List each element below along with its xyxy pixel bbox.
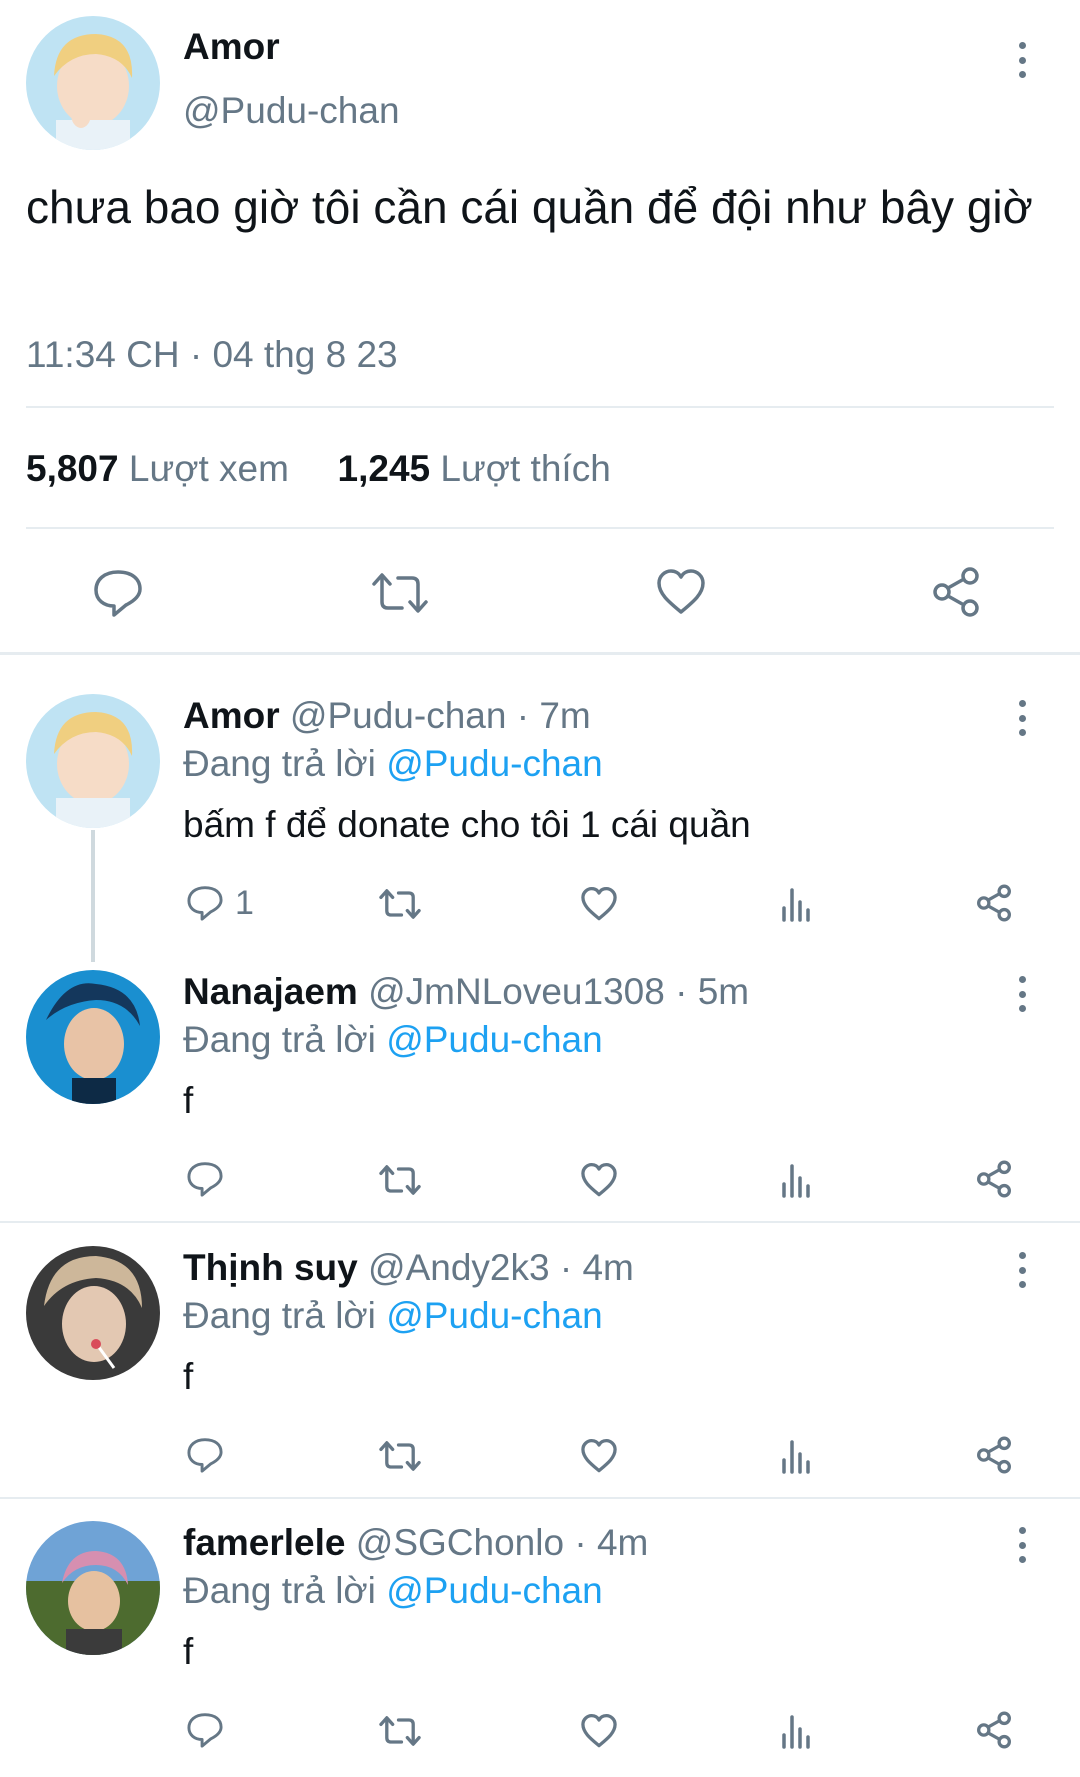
replying-to: Đang trả lời @Pudu-chan bbox=[183, 1295, 603, 1337]
like-icon[interactable] bbox=[580, 1713, 618, 1749]
author-name[interactable]: Amor bbox=[183, 26, 280, 68]
reply-author-handle[interactable]: @SGChonlo bbox=[356, 1522, 564, 1563]
retweet-icon[interactable] bbox=[378, 1714, 422, 1748]
divider bbox=[0, 1221, 1080, 1223]
tweet-timestamp[interactable]: 11:34 CH · 04 thg 8 23 bbox=[26, 334, 398, 376]
reply-icon[interactable] bbox=[92, 568, 144, 618]
replying-to-handle[interactable]: @Pudu-chan bbox=[386, 1295, 603, 1336]
avatar[interactable] bbox=[26, 1246, 160, 1380]
reply-icon[interactable] bbox=[186, 884, 224, 922]
thread-line bbox=[91, 830, 95, 962]
replying-to-handle[interactable]: @Pudu-chan bbox=[386, 1019, 603, 1060]
analytics-icon[interactable] bbox=[780, 1162, 814, 1198]
replying-to: Đang trả lời @Pudu-chan bbox=[183, 1570, 603, 1612]
share-icon[interactable] bbox=[975, 1436, 1013, 1474]
replying-to-label: Đang trả lời bbox=[183, 1019, 376, 1060]
more-options-icon[interactable] bbox=[1010, 1248, 1034, 1292]
section-divider bbox=[0, 652, 1080, 655]
reply-header: Thịnh suy @Andy2k3 · 4m bbox=[183, 1247, 634, 1289]
reply-author-name[interactable]: famerlele bbox=[183, 1522, 346, 1563]
reply-author-handle[interactable]: @Pudu-chan bbox=[290, 695, 507, 736]
analytics-icon[interactable] bbox=[780, 1438, 814, 1474]
reply-author-name[interactable]: Nanajaem bbox=[183, 971, 358, 1012]
reply-icon[interactable] bbox=[186, 1711, 224, 1749]
reply-text: f bbox=[183, 1356, 194, 1397]
views-label[interactable]: Lượt xem bbox=[129, 448, 289, 489]
reply-time[interactable]: · 5m bbox=[675, 971, 749, 1012]
reply-icon[interactable] bbox=[186, 1160, 224, 1198]
replying-to-handle[interactable]: @Pudu-chan bbox=[386, 1570, 603, 1611]
likes-label[interactable]: Lượt thích bbox=[440, 448, 610, 489]
more-options-icon[interactable] bbox=[1010, 38, 1034, 82]
retweet-icon[interactable] bbox=[378, 1163, 422, 1197]
more-options-icon[interactable] bbox=[1010, 972, 1034, 1016]
like-icon[interactable] bbox=[655, 568, 707, 616]
like-icon[interactable] bbox=[580, 1162, 618, 1198]
retweet-icon[interactable] bbox=[370, 570, 430, 616]
share-icon[interactable] bbox=[975, 1160, 1013, 1198]
divider bbox=[26, 527, 1054, 529]
more-options-icon[interactable] bbox=[1010, 1523, 1034, 1567]
share-icon[interactable] bbox=[975, 1711, 1013, 1749]
replying-to-label: Đang trả lời bbox=[183, 743, 376, 784]
engagement-stats: 5,807 Lượt xem 1,245 Lượt thích bbox=[26, 448, 611, 490]
replying-to-label: Đang trả lời bbox=[183, 1570, 376, 1611]
reply-time[interactable]: · 7m bbox=[517, 695, 591, 736]
replying-to: Đang trả lời @Pudu-chan bbox=[183, 743, 603, 785]
avatar[interactable] bbox=[26, 16, 160, 150]
reply-header: famerlele @SGChonlo · 4m bbox=[183, 1522, 648, 1564]
reply-count: 1 bbox=[235, 884, 254, 922]
retweet-icon[interactable] bbox=[378, 1439, 422, 1473]
reply-text: bấm f để donate cho tôi 1 cái quần bbox=[183, 804, 751, 845]
like-icon[interactable] bbox=[580, 886, 618, 922]
replying-to-handle[interactable]: @Pudu-chan bbox=[386, 743, 603, 784]
avatar[interactable] bbox=[26, 970, 160, 1104]
reply-header: Nanajaem @JmNLoveu1308 · 5m bbox=[183, 971, 749, 1013]
reply-author-name[interactable]: Thịnh suy bbox=[183, 1247, 358, 1288]
reply-author-handle[interactable]: @JmNLoveu1308 bbox=[368, 971, 665, 1012]
reply-author-name[interactable]: Amor bbox=[183, 695, 280, 736]
reply-header: Amor @Pudu-chan · 7m bbox=[183, 695, 591, 737]
reply-text: f bbox=[183, 1631, 194, 1672]
more-options-icon[interactable] bbox=[1010, 696, 1034, 740]
replying-to-label: Đang trả lời bbox=[183, 1295, 376, 1336]
divider bbox=[0, 1497, 1080, 1499]
avatar[interactable] bbox=[26, 694, 160, 828]
author-handle[interactable]: @Pudu-chan bbox=[183, 90, 400, 132]
likes-count[interactable]: 1,245 bbox=[338, 448, 431, 489]
retweet-icon[interactable] bbox=[378, 887, 422, 921]
share-icon[interactable] bbox=[975, 884, 1013, 922]
reply-text: f bbox=[183, 1080, 194, 1121]
analytics-icon[interactable] bbox=[780, 886, 814, 922]
views-count[interactable]: 5,807 bbox=[26, 448, 119, 489]
analytics-icon[interactable] bbox=[780, 1713, 814, 1749]
share-icon[interactable] bbox=[930, 566, 982, 618]
divider bbox=[26, 406, 1054, 408]
avatar[interactable] bbox=[26, 1521, 160, 1655]
like-icon[interactable] bbox=[580, 1438, 618, 1474]
tweet-text: chưa bao giờ tôi cần cái quần để đội như… bbox=[26, 181, 1033, 233]
replying-to: Đang trả lời @Pudu-chan bbox=[183, 1019, 603, 1061]
reply-author-handle[interactable]: @Andy2k3 bbox=[368, 1247, 550, 1288]
reply-icon[interactable] bbox=[186, 1436, 224, 1474]
reply-time[interactable]: · 4m bbox=[574, 1522, 648, 1563]
reply-time[interactable]: · 4m bbox=[560, 1247, 634, 1288]
